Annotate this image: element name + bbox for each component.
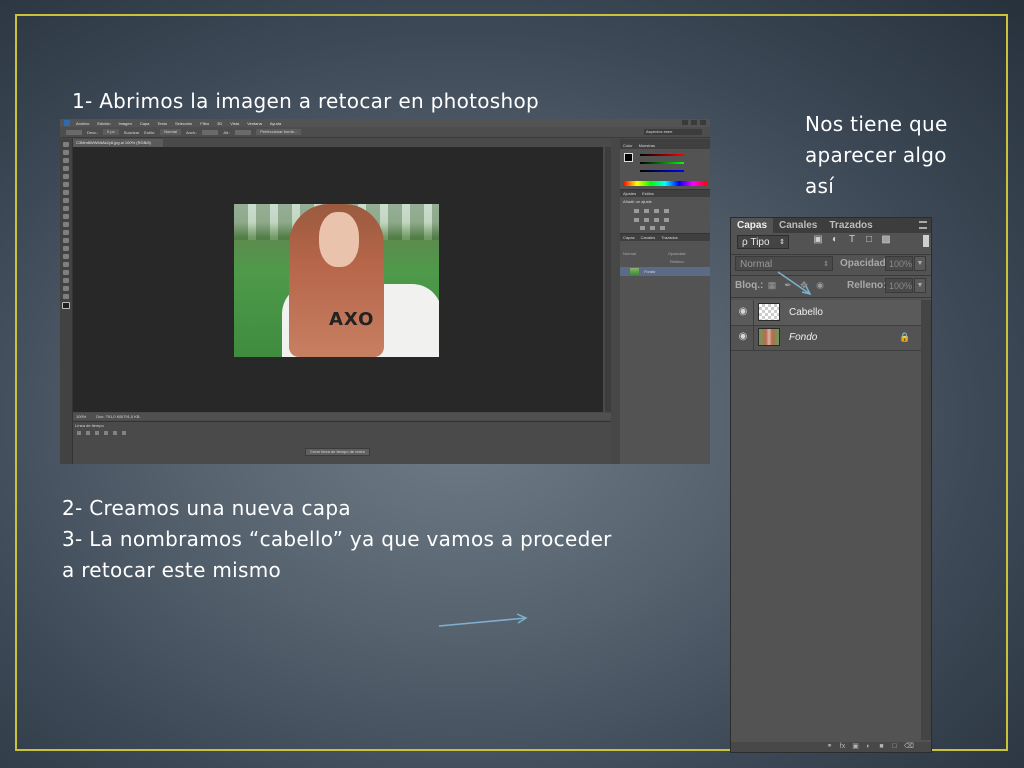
annotation-arrows [438,271,812,627]
arrow-line [777,271,811,295]
arrow-line [438,617,527,627]
